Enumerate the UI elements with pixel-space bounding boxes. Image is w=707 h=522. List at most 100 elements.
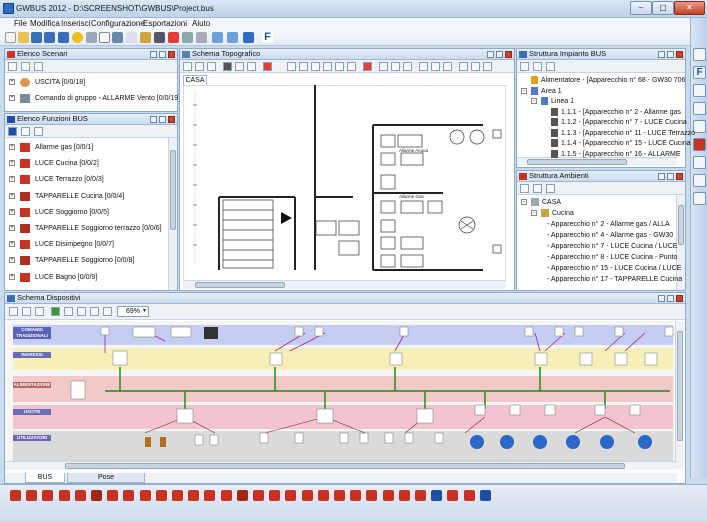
cut-icon[interactable] <box>287 62 296 71</box>
info-icon[interactable] <box>243 32 254 43</box>
function-icon[interactable]: F <box>693 66 706 79</box>
device-icon[interactable] <box>35 307 44 316</box>
wind-icon[interactable] <box>350 490 362 501</box>
function-icon[interactable] <box>8 127 17 136</box>
menu-file[interactable]: File <box>14 19 27 28</box>
zoom-select[interactable]: 69% ▼ <box>117 306 149 317</box>
dock-button[interactable] <box>150 51 157 58</box>
expand-icon[interactable]: + <box>9 95 15 101</box>
heating-icon[interactable] <box>447 490 459 501</box>
door-icon[interactable] <box>398 490 410 501</box>
tab-bus[interactable]: BUS <box>25 473 65 483</box>
valve-icon[interactable] <box>172 490 183 501</box>
expand-icon[interactable]: + <box>9 241 15 248</box>
button-icon[interactable] <box>285 490 297 501</box>
expand-icon[interactable]: + <box>9 160 15 167</box>
delete-icon[interactable] <box>21 127 30 136</box>
delete-icon[interactable] <box>483 62 492 71</box>
weather-icon[interactable] <box>334 490 345 501</box>
settings-icon[interactable] <box>103 307 112 316</box>
dock-button[interactable] <box>487 51 494 58</box>
expand-icon[interactable]: + <box>9 144 15 150</box>
relay-icon[interactable] <box>301 490 313 501</box>
maximize-panel-button[interactable] <box>667 295 674 302</box>
edit-icon[interactable] <box>34 62 43 71</box>
close-icon[interactable] <box>323 62 332 71</box>
scrollbar-thumb[interactable] <box>65 463 625 469</box>
open-folder-icon[interactable] <box>18 32 29 43</box>
structure-icon[interactable] <box>693 174 706 187</box>
expand-icon[interactable]: + <box>9 225 15 231</box>
undo-icon[interactable] <box>212 32 223 43</box>
window-icon[interactable] <box>693 48 706 61</box>
page-icon[interactable] <box>126 32 137 43</box>
clock-icon[interactable] <box>188 490 200 501</box>
rectangle-icon[interactable] <box>247 62 256 71</box>
add-icon[interactable] <box>8 62 17 71</box>
maximize-button[interactable]: ▢ <box>652 1 674 15</box>
expand-icon[interactable]: + <box>9 257 15 264</box>
scrollbar-thumb[interactable] <box>678 205 684 245</box>
list-icon[interactable] <box>693 84 706 97</box>
timer-icon[interactable] <box>123 490 135 501</box>
door-icon[interactable] <box>391 62 400 71</box>
scrollbar-thumb[interactable] <box>677 331 683 441</box>
close-button[interactable]: ✕ <box>674 1 705 15</box>
maximize-panel-button[interactable] <box>159 116 166 123</box>
menu-modifica[interactable]: Modifica <box>30 19 60 28</box>
delete-icon[interactable] <box>443 62 452 71</box>
audio-icon[interactable] <box>236 490 248 501</box>
function-icon[interactable]: F <box>262 32 273 43</box>
menu-aiuto[interactable]: Aiuto <box>192 19 210 28</box>
thermostat-icon[interactable] <box>91 490 102 501</box>
add-room-icon[interactable] <box>520 184 529 193</box>
dock-button[interactable] <box>658 173 665 180</box>
add-icon[interactable] <box>51 307 60 316</box>
expand-icon[interactable]: + <box>9 176 15 183</box>
pointer-icon[interactable] <box>183 62 192 71</box>
sensor-icon[interactable] <box>139 490 151 501</box>
camera-icon[interactable] <box>253 490 264 501</box>
device-icon[interactable] <box>22 307 31 316</box>
energy-icon[interactable] <box>107 490 119 501</box>
menu-configurazione[interactable]: Configurazione <box>91 19 145 28</box>
gate-icon[interactable] <box>220 490 232 501</box>
report-icon[interactable] <box>693 192 706 205</box>
network-icon[interactable] <box>693 156 706 169</box>
collapse-icon[interactable]: - <box>521 199 527 205</box>
redo-icon[interactable] <box>227 32 238 43</box>
horizontal-scrollbar[interactable] <box>183 280 506 289</box>
meter-icon[interactable] <box>317 490 329 501</box>
edit-icon[interactable] <box>431 62 440 71</box>
star-icon[interactable] <box>72 32 83 43</box>
house-icon[interactable] <box>693 138 706 151</box>
delete-icon[interactable] <box>347 62 356 71</box>
maximize-panel-button[interactable] <box>667 173 674 180</box>
maximize-panel-button[interactable] <box>159 51 166 58</box>
delete-icon[interactable] <box>168 32 179 43</box>
dimmer-icon[interactable] <box>58 490 70 501</box>
home-icon[interactable] <box>204 490 216 501</box>
copy-icon[interactable] <box>299 62 308 71</box>
wall-icon[interactable] <box>195 62 204 71</box>
minimize-button[interactable]: – <box>630 1 652 15</box>
maximize-panel-button[interactable] <box>496 51 503 58</box>
function-icon[interactable] <box>431 490 443 501</box>
fan-icon[interactable] <box>463 490 475 501</box>
alarm-icon[interactable] <box>26 490 38 501</box>
door-icon[interactable] <box>207 62 216 71</box>
export-icon[interactable] <box>86 32 97 43</box>
vertical-scrollbar[interactable] <box>168 138 177 290</box>
light-icon[interactable] <box>10 490 21 501</box>
document-icon[interactable] <box>99 32 110 43</box>
delete-icon[interactable] <box>533 184 542 193</box>
horizontal-scrollbar[interactable] <box>5 461 677 470</box>
close-panel-button[interactable] <box>505 51 512 58</box>
expand-icon[interactable]: + <box>9 192 15 199</box>
fill-icon[interactable] <box>263 62 272 71</box>
tab-casa[interactable]: CASA <box>183 75 207 85</box>
socket-icon[interactable] <box>155 490 167 501</box>
collapse-icon[interactable]: - <box>531 210 537 216</box>
edit-icon[interactable] <box>77 307 86 316</box>
close-panel-button[interactable] <box>676 295 683 302</box>
